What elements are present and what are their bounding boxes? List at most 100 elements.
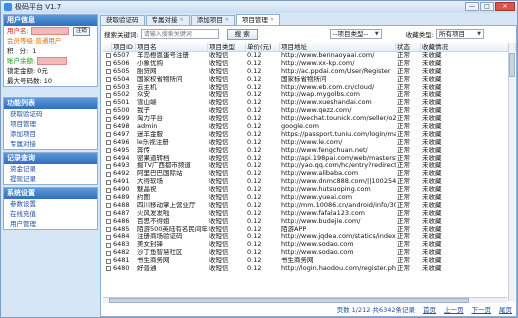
table-row[interactable]: 6497 迷羊金服 收短信 0.12 https://passport.tuniu.co… xyxy=(103,131,516,139)
nav-user-manage[interactable]: 用户管理 xyxy=(4,219,97,229)
next-page-link[interactable]: 下一页 xyxy=(472,304,492,314)
nav-exclusive[interactable]: 专属对接 xyxy=(4,139,97,149)
row-checkbox[interactable] xyxy=(105,171,111,177)
table-row[interactable]: 6490 魅晶祝 收短信 0.12 http://www.hutsuoping.com 正… xyxy=(103,186,516,194)
row-checkbox[interactable] xyxy=(105,211,111,217)
row-select-cell xyxy=(103,147,112,155)
table-row[interactable]: 6492 阿里巴巴国际站 收短信 0.12 http://www.alibaba.com… xyxy=(103,170,516,178)
row-checkbox[interactable] xyxy=(105,195,111,201)
row-checkbox[interactable] xyxy=(105,53,111,59)
tab-get-code[interactable]: 获取验证码 xyxy=(100,15,145,25)
search-button[interactable]: 搜 索 xyxy=(226,28,258,40)
tab-project-manage[interactable]: 项目管理 ✕ xyxy=(235,14,281,25)
cell-favorite: 未收藏 xyxy=(422,115,442,123)
row-checkbox[interactable] xyxy=(105,163,111,169)
col-header-favorite[interactable]: 收藏情况 xyxy=(421,43,516,51)
table-row[interactable]: 6488 四川移动掌上营业厅 收短信 0.12 http://mm.10086.cn/a… xyxy=(103,202,516,210)
row-checkbox[interactable] xyxy=(105,266,111,272)
nav-withdraw-records[interactable]: 提现记录 xyxy=(4,174,97,184)
row-checkbox[interactable] xyxy=(105,100,111,106)
maximize-button[interactable]: □ xyxy=(480,2,494,11)
close-button[interactable]: ✕ xyxy=(495,2,515,11)
row-checkbox[interactable] xyxy=(105,85,111,90)
logout-button[interactable]: 注销 xyxy=(72,26,90,36)
cell-status: 正常 xyxy=(397,154,410,162)
row-checkbox[interactable] xyxy=(105,132,111,138)
table-row[interactable]: 6485 陌游500英陆有名民间年庆 收短信 0.12 陌游APP 正常 未收藏 xyxy=(103,226,516,234)
row-checkbox[interactable] xyxy=(105,69,111,75)
row-checkbox[interactable] xyxy=(105,124,111,130)
nav-project-manage[interactable]: 项目管理 xyxy=(4,119,97,129)
col-header-address[interactable]: 项目地址 xyxy=(280,43,396,51)
fav-type-select[interactable]: 所有项目 ▼ xyxy=(435,29,484,39)
col-header-type[interactable]: 项目类型 xyxy=(208,43,246,51)
row-checkbox[interactable] xyxy=(105,258,111,264)
table-row[interactable]: 6484 注册商场验证码 收短信 0.12 http://www.jqdea.com/s… xyxy=(103,233,516,241)
row-checkbox[interactable] xyxy=(105,227,111,233)
table-row[interactable]: 6498 admin 收短信 0.12 google.com 正常 未收藏 xyxy=(103,123,516,131)
project-type-select[interactable]: --项目类型-- ▼ xyxy=(329,29,382,39)
row-checkbox[interactable] xyxy=(105,187,111,193)
row-checkbox[interactable] xyxy=(105,179,111,185)
minimize-button[interactable]: — xyxy=(465,2,479,11)
search-input[interactable] xyxy=(140,29,219,39)
nav-recharge[interactable]: 在线充值 xyxy=(4,209,97,219)
row-checkbox[interactable] xyxy=(105,219,111,225)
cell-status: 正常 xyxy=(397,249,410,257)
table-row[interactable]: 6493 掘TV广西都市频道 收短信 0.12 http://yao.qq.com/hc… xyxy=(103,162,516,170)
table-row[interactable]: 6496 le乐视注册 收短信 0.12 http://www.le.com/正常 未收藏 xyxy=(103,139,516,147)
row-checkbox[interactable] xyxy=(105,116,111,122)
table-row[interactable]: 6495 奔传 收短信 0.12 http://www.fengchuan.net/正常… xyxy=(103,147,516,155)
table-row[interactable]: 6487 火风发发啦 收短信 0.12 http://www.fafala123.com… xyxy=(103,210,516,218)
table-row[interactable]: 6500 我子 收短信 0.12 http://www.qezz.com/正常 未收藏 xyxy=(103,107,516,115)
row-checkbox[interactable] xyxy=(105,92,111,98)
row-checkbox[interactable] xyxy=(105,108,111,114)
table-row[interactable]: 6501 雪山端 收短信 0.12 http://www.xueshandai.com 正… xyxy=(103,99,516,107)
table-row[interactable]: 6506 小象优购 收短信 0.12 http://www.xx-kp.com/正常 未收… xyxy=(103,60,516,68)
col-header-status[interactable]: 状态 xyxy=(396,43,421,51)
table-row[interactable]: 6489 约图 收短信 0.12 http://www.yueai.com 正常 未收藏 xyxy=(103,194,516,202)
prev-page-link[interactable]: 上一页 xyxy=(444,304,464,314)
col-header-price[interactable]: 单价(元) xyxy=(246,43,280,51)
tab-exclusive[interactable]: 专属对接 ✕ xyxy=(145,15,190,25)
cell-type: 收短信 xyxy=(209,130,229,138)
table-row[interactable]: 6491 大得软场 收短信 0.12 http://www.dnmc888.com/||… xyxy=(103,178,516,186)
table-row[interactable]: 6482 沙丁鱼智慧社区 收短信 0.12 http://www.sodao.com 正常… xyxy=(103,249,516,257)
scroll-thumb[interactable] xyxy=(509,53,515,77)
nav-params[interactable]: 参数设置 xyxy=(4,199,97,209)
table-row[interactable]: 6507 羊岛橙恩蛋号注册 收短信 0.12 http://www.bennaoyaai… xyxy=(103,52,516,60)
table-row[interactable]: 6503 云主机 收短信 0.12 http://www.eb.com.cn/cloud… xyxy=(103,84,516,92)
row-checkbox[interactable] xyxy=(105,156,111,162)
row-checkbox[interactable] xyxy=(105,140,111,146)
row-checkbox[interactable] xyxy=(105,250,111,256)
table-row[interactable]: 6499 淘力平台 收短信 0.12 http://wechat.tounick.com… xyxy=(103,115,516,123)
close-icon[interactable]: ✕ xyxy=(180,16,184,25)
last-page-link[interactable]: 尾页 xyxy=(499,304,512,314)
first-page-link[interactable]: 首页 xyxy=(423,304,436,314)
row-checkbox[interactable] xyxy=(105,148,111,154)
table-row[interactable]: 6504 国家校省物所问 收短信 0.12 国家标省物所问 正常 未收藏 xyxy=(103,76,516,84)
col-header-id[interactable]: 项目ID xyxy=(112,43,136,51)
nav-get-code[interactable]: 获取验证码 xyxy=(4,109,97,119)
table-row[interactable]: 6486 百思不得姐 收短信 0.12 http://www.budejie.com/正… xyxy=(103,218,516,226)
row-checkbox[interactable] xyxy=(105,242,111,248)
row-checkbox[interactable] xyxy=(105,77,111,83)
table-row[interactable]: 6483 美女封锋 收短信 0.12 http://www.sodao.com 正常 未收藏 xyxy=(103,241,516,249)
row-checkbox[interactable] xyxy=(105,61,111,67)
close-icon[interactable]: ✕ xyxy=(270,16,274,25)
tab-add-project[interactable]: 添加项目 ✕ xyxy=(190,15,235,25)
scroll-thumb[interactable] xyxy=(109,298,469,303)
nav-fund-records[interactable]: 资金记录 xyxy=(4,164,97,174)
table-row[interactable]: 6480 好普通 收短信 0.12 http://login.haodou.com/re… xyxy=(103,265,516,273)
table-row[interactable]: 6494 密果道转档 收短信 0.12 http://api.198pai.com/we… xyxy=(103,155,516,163)
close-icon[interactable]: ✕ xyxy=(225,16,229,25)
vertical-scrollbar[interactable] xyxy=(508,43,515,301)
row-checkbox[interactable] xyxy=(105,203,111,209)
row-checkbox[interactable] xyxy=(105,234,111,240)
horizontal-scrollbar[interactable] xyxy=(103,297,507,303)
table-row[interactable]: 6481 书生商务网 收短信 0.12 书生商务网 正常 未收藏 xyxy=(103,257,516,265)
table-row[interactable]: 6505 胎贷网 收短信 0.12 http://ac.ppdai.com/User/R… xyxy=(103,68,516,76)
nav-add-project[interactable]: 添加项目 xyxy=(4,129,97,139)
table-row[interactable]: 6502 众安 收短信 0.12 http://wap.mygolbs.com 正常 未收藏 xyxy=(103,91,516,99)
col-header-name[interactable]: 项目名 xyxy=(136,43,208,51)
